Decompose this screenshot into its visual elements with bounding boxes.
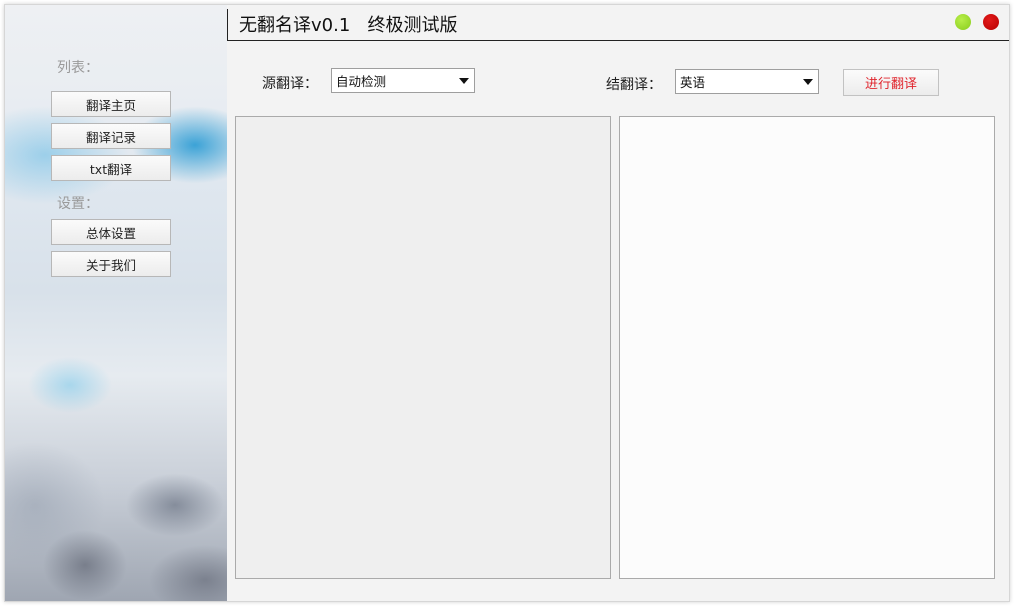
translate-button[interactable]: 进行翻译 <box>843 69 939 96</box>
target-language-select[interactable]: 英语 <box>675 69 819 94</box>
source-language-label: 源翻译： <box>262 76 318 92</box>
title-divider <box>227 9 228 41</box>
sidebar-item-label: txt翻译 <box>89 161 133 177</box>
chevron-down-icon <box>803 79 813 85</box>
sidebar-item-about-us[interactable]: 关于我们 <box>51 251 171 277</box>
window-title: 无翻名译v0.1 终极测试版 <box>239 15 458 36</box>
settings-heading: 设置： <box>57 196 99 212</box>
target-language-value: 英语 <box>680 75 706 90</box>
sidebar-item-general-settings[interactable]: 总体设置 <box>51 219 171 245</box>
sidebar-item-label: 翻译主页 <box>85 97 136 113</box>
title-bar: 无翻名译v0.1 终极测试版 <box>227 5 1009 41</box>
sidebar-item-label: 翻译记录 <box>85 129 136 145</box>
source-text-area[interactable] <box>235 116 611 579</box>
minimize-button[interactable] <box>955 14 971 30</box>
close-button[interactable] <box>983 14 999 30</box>
translate-button-label: 进行翻译 <box>864 77 917 92</box>
sidebar: 列表： 翻译主页 翻译记录 txt翻译 设置： 总体设置 关于我们 <box>5 5 227 601</box>
source-language-select[interactable]: 自动检测 <box>331 68 475 93</box>
sidebar-item-translate-home[interactable]: 翻译主页 <box>51 91 171 117</box>
app-window: 列表： 翻译主页 翻译记录 txt翻译 设置： 总体设置 关于我们 无翻名译v0… <box>4 4 1010 602</box>
sidebar-item-txt-translate[interactable]: txt翻译 <box>51 155 171 181</box>
target-language-label: 结翻译： <box>606 77 662 93</box>
list-heading: 列表： <box>57 60 99 76</box>
result-text-area[interactable] <box>619 116 995 579</box>
sidebar-item-translate-history[interactable]: 翻译记录 <box>51 123 171 149</box>
source-language-value: 自动检测 <box>336 74 387 89</box>
sidebar-item-label: 关于我们 <box>85 257 136 273</box>
sidebar-item-label: 总体设置 <box>85 225 136 241</box>
chevron-down-icon <box>459 78 469 84</box>
